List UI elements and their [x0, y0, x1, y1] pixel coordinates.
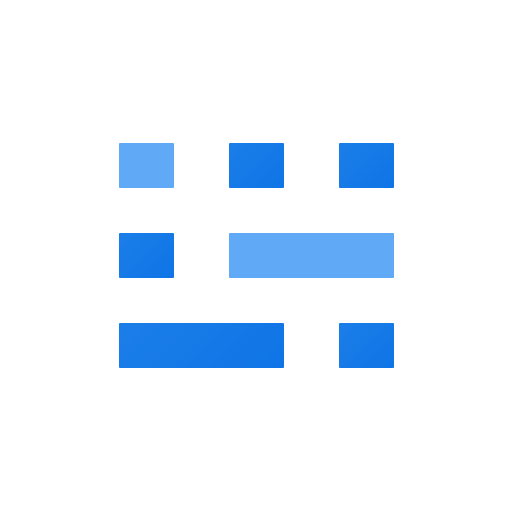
top-middle-key [229, 143, 284, 188]
middle-left-key [119, 233, 174, 278]
keyboard-grid-icon [0, 0, 512, 512]
bottom-wide-key [119, 323, 284, 368]
top-right-key [339, 143, 394, 188]
bottom-right-key [339, 323, 394, 368]
top-left-key [119, 143, 174, 188]
middle-wide-key [229, 233, 394, 278]
app-icon-canvas [0, 0, 512, 512]
